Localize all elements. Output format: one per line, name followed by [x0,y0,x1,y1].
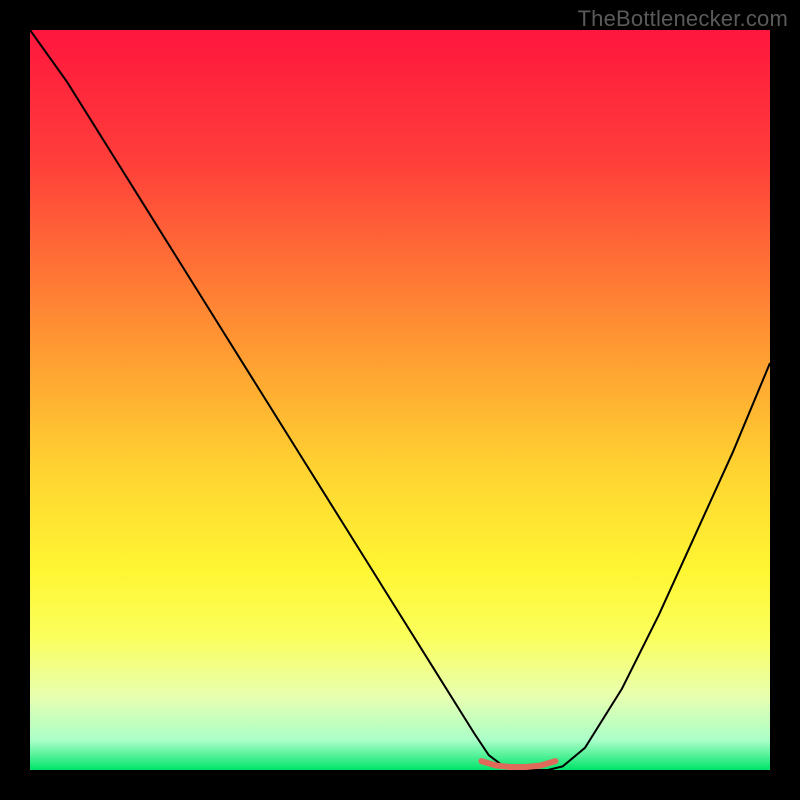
chart-plot-area [30,30,770,770]
chart-svg [30,30,770,770]
gradient-background [30,30,770,770]
watermark-text: TheBottlenecker.com [578,6,788,32]
